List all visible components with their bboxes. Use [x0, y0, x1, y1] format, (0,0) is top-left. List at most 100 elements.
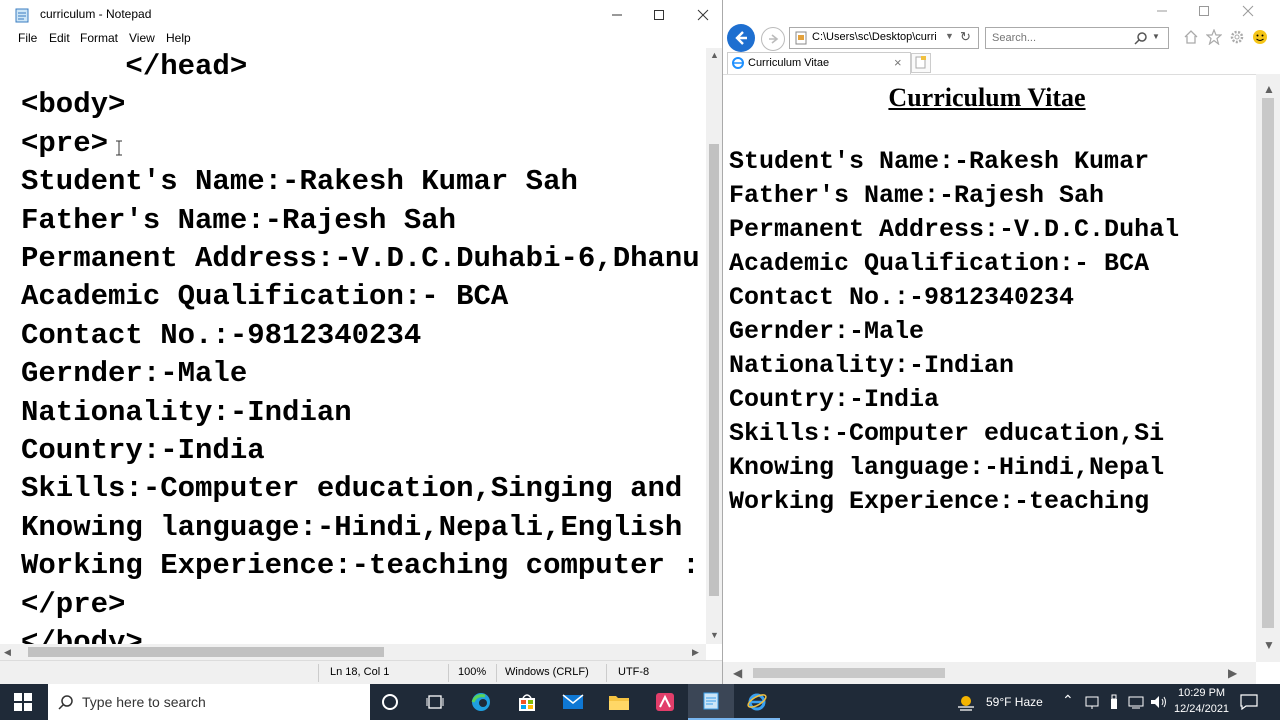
usb-drive-icon[interactable]: [1108, 694, 1120, 710]
cv-line: Permanent Address:-V.D.C.Duhal: [729, 215, 1180, 244]
menu-view[interactable]: View: [129, 31, 155, 45]
taskbar-file-explorer[interactable]: [596, 684, 642, 720]
close-icon: [1242, 5, 1254, 17]
cv-line: Father's Name:-Rajesh Sah: [729, 181, 1105, 210]
code-line: Contact No.:-9812340234: [21, 318, 422, 352]
editor-text[interactable]: </head> <body> <pre> Student's Name:-Rak…: [21, 48, 700, 644]
taskbar-search-placeholder[interactable]: Type here to search: [82, 694, 206, 710]
menu-file[interactable]: File: [18, 31, 37, 45]
minimize-button[interactable]: [594, 0, 640, 30]
scrollbar-thumb[interactable]: [28, 647, 384, 657]
horizontal-scrollbar[interactable]: ◀ ▶: [0, 644, 706, 660]
scroll-left-icon[interactable]: ◀: [733, 666, 742, 680]
task-view-button[interactable]: [412, 684, 458, 720]
taskbar-paint-app[interactable]: [642, 684, 688, 720]
smiley-feedback-icon[interactable]: [1252, 29, 1268, 45]
gear-icon[interactable]: [1229, 29, 1245, 45]
search-input[interactable]: [990, 29, 1134, 47]
close-icon: [697, 9, 709, 21]
cv-line: Contact No.:-9812340234: [729, 283, 1075, 312]
close-button[interactable]: [680, 0, 722, 30]
start-button[interactable]: [0, 684, 46, 720]
weather-haze-icon[interactable]: [956, 692, 976, 712]
home-icon[interactable]: [1183, 29, 1199, 45]
code-line: Country:-India: [21, 434, 265, 468]
taskbar-search-box[interactable]: Type here to search: [48, 684, 370, 720]
cv-line: Gernder:-Male: [729, 317, 925, 346]
taskbar-edge[interactable]: [458, 684, 504, 720]
search-icon[interactable]: [1134, 31, 1148, 45]
address-bar[interactable]: C:\Users\sc\Desktop\curri ▼ ↻: [789, 27, 979, 49]
tab-curriculum-vitae[interactable]: Curriculum Vitae ×: [727, 52, 911, 74]
back-button[interactable]: [727, 24, 755, 52]
clock-time[interactable]: 10:29 PM: [1178, 687, 1225, 699]
folder-icon: [609, 696, 629, 710]
text-editor-area[interactable]: </head> <body> <pre> Student's Name:-Rak…: [0, 48, 706, 644]
taskbar-notepad[interactable]: [688, 684, 734, 720]
browser-vertical-scrollbar[interactable]: ▲ ▼: [1256, 74, 1280, 662]
new-tab-button[interactable]: [911, 53, 931, 73]
page-icon: [795, 31, 807, 45]
code-line: </body>: [21, 626, 143, 644]
scroll-left-icon[interactable]: ◀: [4, 647, 11, 658]
maximize-icon: [1199, 6, 1209, 16]
scrollbar-thumb[interactable]: [1262, 98, 1274, 628]
browser-navbar: C:\Users\sc\Desktop\curri ▼ ↻ ▼: [723, 22, 1280, 52]
search-dropdown-icon[interactable]: ▼: [1152, 32, 1160, 41]
forward-button[interactable]: [761, 27, 785, 51]
taskbar-mail[interactable]: [550, 684, 596, 720]
scrollbar-thumb[interactable]: [709, 144, 719, 596]
code-line: <pre>: [21, 126, 109, 160]
cv-line: Academic Qualification:- BCA: [729, 249, 1150, 278]
menu-edit[interactable]: Edit: [49, 31, 70, 45]
taskbar: Type here to search 59°F Haze ⌃ 10:29 PM…: [0, 684, 1280, 720]
cursor-position: Ln 18, Col 1: [330, 666, 390, 678]
app-icon: [656, 693, 674, 711]
weather-text[interactable]: 59°F Haze: [986, 695, 1043, 709]
scroll-right-icon[interactable]: ▶: [1228, 666, 1237, 680]
menu-help[interactable]: Help: [166, 31, 191, 45]
scroll-down-icon[interactable]: ▼: [710, 630, 719, 640]
cortana-button[interactable]: [367, 684, 413, 720]
status-bar: Ln 18, Col 1 100% Windows (CRLF) UTF-8: [0, 660, 722, 684]
scrollbar-thumb[interactable]: [753, 668, 945, 678]
cortana-circle-icon: [382, 694, 398, 710]
menu-format[interactable]: Format: [80, 31, 118, 45]
arrow-right-icon: [769, 34, 779, 44]
taskbar-internet-explorer[interactable]: [734, 684, 780, 720]
refresh-icon[interactable]: ↻: [960, 29, 971, 45]
dropdown-icon[interactable]: ▼: [945, 31, 954, 41]
scroll-right-icon[interactable]: ▶: [692, 647, 699, 658]
chevron-up-icon[interactable]: ⌃: [1062, 692, 1074, 709]
clock-date[interactable]: 12/24/2021: [1174, 703, 1229, 715]
favorites-star-icon[interactable]: [1206, 29, 1222, 45]
code-line: <body>: [21, 88, 126, 122]
cv-line: Country:-India: [729, 385, 940, 414]
browser-horizontal-scrollbar[interactable]: ◀ ▶: [723, 662, 1256, 684]
volume-icon[interactable]: [1150, 694, 1168, 710]
vertical-scrollbar[interactable]: ▲ ▼: [706, 48, 722, 644]
wifi-icon[interactable]: [1128, 694, 1144, 710]
window-title: curriculum - Notepad: [40, 7, 152, 21]
notepad-window: curriculum - Notepad File Edit Format Vi…: [0, 0, 723, 684]
cv-line: Knowing language:-Hindi,Nepal: [729, 453, 1165, 482]
address-text[interactable]: C:\Users\sc\Desktop\curri: [812, 31, 937, 43]
code-line: Nationality:-Indian: [21, 395, 352, 429]
network-device-icon[interactable]: [1084, 694, 1100, 710]
scroll-up-icon[interactable]: ▲: [710, 50, 719, 60]
store-bag-icon: [519, 694, 535, 711]
browser-window: C:\Users\sc\Desktop\curri ▼ ↻ ▼ Curricul…: [723, 0, 1280, 684]
cv-line: Skills:-Computer education,Si: [729, 419, 1165, 448]
scroll-up-icon[interactable]: ▲: [1263, 82, 1275, 96]
scroll-down-icon[interactable]: ▼: [1263, 638, 1275, 652]
search-box[interactable]: ▼: [985, 27, 1169, 49]
maximize-button[interactable]: [636, 0, 682, 30]
code-line: Skills:-Computer education,Singing and: [21, 472, 683, 506]
line-ending: Windows (CRLF): [505, 666, 589, 678]
notepad-titlebar[interactable]: curriculum - Notepad: [0, 0, 722, 30]
tab-close-icon[interactable]: ×: [894, 55, 902, 70]
notification-center-icon[interactable]: [1240, 694, 1258, 710]
taskbar-store[interactable]: [504, 684, 550, 720]
maximize-icon: [654, 10, 664, 20]
web-page-content: Curriculum Vitae Student's Name:-Rakesh …: [723, 74, 1256, 663]
